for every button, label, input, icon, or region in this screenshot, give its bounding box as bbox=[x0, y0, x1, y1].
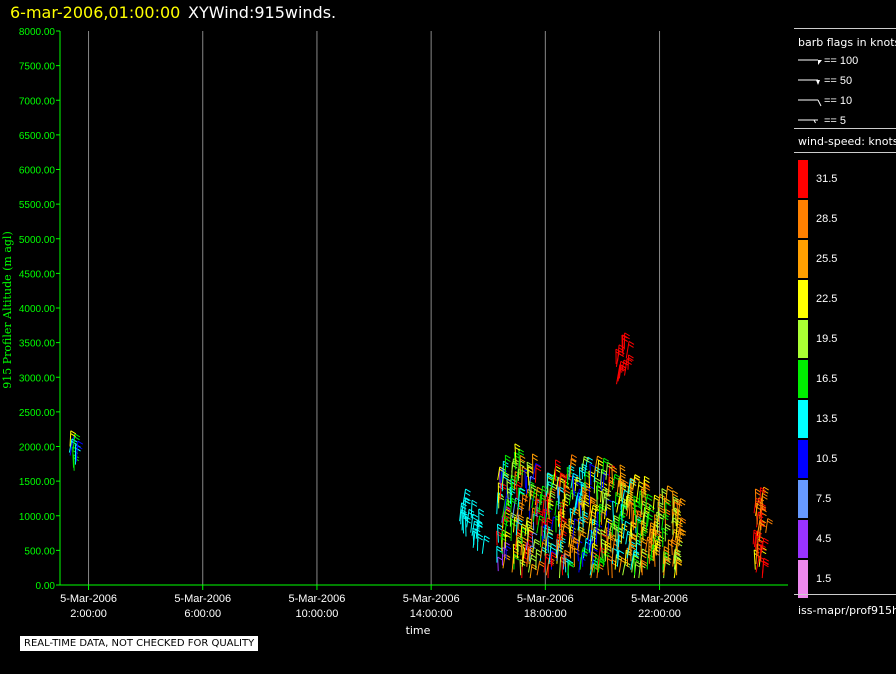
barb-legend-label: == 10 bbox=[824, 95, 852, 107]
y-tick-label: 0.00 bbox=[36, 581, 56, 592]
x-tick-date: 5-Mar-2006 bbox=[631, 593, 688, 605]
wind-barb bbox=[466, 508, 475, 528]
speed-color-swatch bbox=[798, 240, 808, 278]
y-axis-label: 915 Profiler Altitude (m agl) bbox=[1, 231, 14, 388]
barb-legend-title: barb flags in knots bbox=[798, 36, 896, 49]
speed-color-swatch bbox=[798, 160, 808, 198]
wind-barb bbox=[664, 523, 671, 542]
wind-barb bbox=[520, 494, 529, 516]
wind-barb bbox=[498, 493, 505, 509]
speed-legend-label: 19.5 bbox=[816, 333, 837, 345]
barb-legend-item: == 5 bbox=[798, 115, 846, 127]
x-tick-time: 6:00:00 bbox=[184, 608, 221, 620]
speed-legend: 31.5 28.5 25.5 22.5 19.5 16.5 13.5 10.5 7.5 4.5 1.… bbox=[798, 160, 837, 598]
barb-legend-label: == 100 bbox=[824, 55, 858, 67]
wind-barb bbox=[604, 503, 612, 520]
y-tick-label: 3000.00 bbox=[19, 373, 56, 384]
y-tick-label: 7000.00 bbox=[19, 96, 56, 107]
speed-color-swatch bbox=[798, 520, 808, 558]
y-tick-label: 500.00 bbox=[24, 546, 55, 557]
y-tick-label: 3500.00 bbox=[19, 339, 56, 350]
wind-barb bbox=[481, 535, 490, 554]
y-tick-label: 4000.00 bbox=[19, 304, 56, 315]
speed-color-swatch bbox=[798, 560, 808, 598]
speed-legend-label: 16.5 bbox=[816, 373, 837, 385]
speed-legend-label: 13.5 bbox=[816, 413, 837, 425]
barb-legend-item: == 100 bbox=[798, 55, 858, 67]
wind-barb bbox=[526, 461, 533, 478]
x-tick-date: 5-Mar-2006 bbox=[174, 593, 231, 605]
speed-color-swatch bbox=[798, 400, 808, 438]
speed-color-swatch bbox=[798, 480, 808, 518]
wind-barb bbox=[653, 548, 660, 567]
wind-profile-chart: 0.00 500.00 1000.00 1500.00 2000.00 2500.00 30… bbox=[1, 27, 788, 637]
speed-legend-label: 7.5 bbox=[816, 493, 831, 505]
wind-barb bbox=[477, 533, 484, 551]
x-tick-date: 5-Mar-2006 bbox=[289, 593, 346, 605]
speed-legend-label: 1.5 bbox=[816, 573, 831, 585]
grid-lines bbox=[88, 31, 661, 585]
wind-barb bbox=[534, 464, 542, 483]
y-tick-label: 5500.00 bbox=[19, 200, 56, 211]
wind-barb bbox=[75, 440, 84, 459]
x-tick-time: 22:00:00 bbox=[638, 608, 681, 620]
x-tick-date: 5-Mar-2006 bbox=[60, 593, 117, 605]
wind-barb bbox=[646, 553, 654, 570]
y-tick-label: 1500.00 bbox=[19, 477, 56, 488]
wind-barb bbox=[622, 561, 631, 576]
wind-barb bbox=[619, 464, 626, 482]
y-tick-label: 7500.00 bbox=[19, 62, 56, 73]
wind-barbs bbox=[68, 332, 774, 579]
barb-legend-label: == 5 bbox=[824, 115, 846, 127]
wind-barb bbox=[550, 516, 559, 531]
x-tick-date: 5-Mar-2006 bbox=[517, 593, 574, 605]
speed-legend-title: wind-speed: knots bbox=[798, 135, 896, 148]
x-tick-time: 14:00:00 bbox=[410, 608, 453, 620]
barb-legend-label: == 50 bbox=[824, 75, 852, 87]
speed-legend-label: 22.5 bbox=[816, 293, 837, 305]
source-label: iss-mapr/prof915h bbox=[798, 604, 896, 617]
wind-barb bbox=[538, 493, 546, 511]
speed-color-swatch bbox=[798, 280, 808, 318]
x-tick-time: 18:00:00 bbox=[524, 608, 567, 620]
x-tick-date: 5-Mar-2006 bbox=[403, 593, 460, 605]
y-tick-label: 2000.00 bbox=[19, 443, 56, 454]
x-axis-label: time bbox=[406, 624, 431, 637]
wind-barb bbox=[596, 563, 604, 579]
wind-barb bbox=[518, 448, 525, 467]
y-tick-label: 8000.00 bbox=[19, 27, 56, 38]
barb-legend: == 100 == 50 == 10 == 5 bbox=[798, 55, 858, 127]
wind-barb bbox=[536, 560, 545, 576]
wind-barb bbox=[765, 518, 774, 534]
y-tick-label: 6500.00 bbox=[19, 131, 56, 142]
y-tick-label: 6000.00 bbox=[19, 166, 56, 177]
speed-color-swatch bbox=[798, 440, 808, 478]
y-tick-label: 1000.00 bbox=[19, 512, 56, 523]
wind-barb bbox=[532, 463, 541, 480]
speed-color-swatch bbox=[798, 360, 808, 398]
y-tick-label: 2500.00 bbox=[19, 408, 56, 419]
speed-color-swatch bbox=[798, 320, 808, 358]
barb-legend-item: == 10 bbox=[798, 95, 852, 107]
speed-color-swatch bbox=[798, 200, 808, 238]
x-tick-time: 10:00:00 bbox=[296, 608, 339, 620]
wind-barb bbox=[588, 470, 595, 488]
quality-notice: REAL-TIME DATA, NOT CHECKED FOR QUALITY bbox=[20, 636, 259, 651]
speed-legend-label: 10.5 bbox=[816, 453, 837, 465]
speed-legend-label: 31.5 bbox=[816, 173, 837, 185]
y-tick-label: 4500.00 bbox=[19, 269, 56, 280]
legend-panel: barb flags in knots == 100 == 50 == 10 == 5… bbox=[794, 28, 896, 624]
speed-legend-label: 28.5 bbox=[816, 213, 837, 225]
speed-legend-label: 4.5 bbox=[816, 533, 831, 545]
y-tick-label: 5000.00 bbox=[19, 235, 56, 246]
x-tick-time: 2:00:00 bbox=[70, 608, 107, 620]
speed-legend-label: 25.5 bbox=[816, 253, 837, 265]
barb-legend-item: == 50 bbox=[798, 75, 852, 87]
wind-barb bbox=[497, 556, 503, 572]
